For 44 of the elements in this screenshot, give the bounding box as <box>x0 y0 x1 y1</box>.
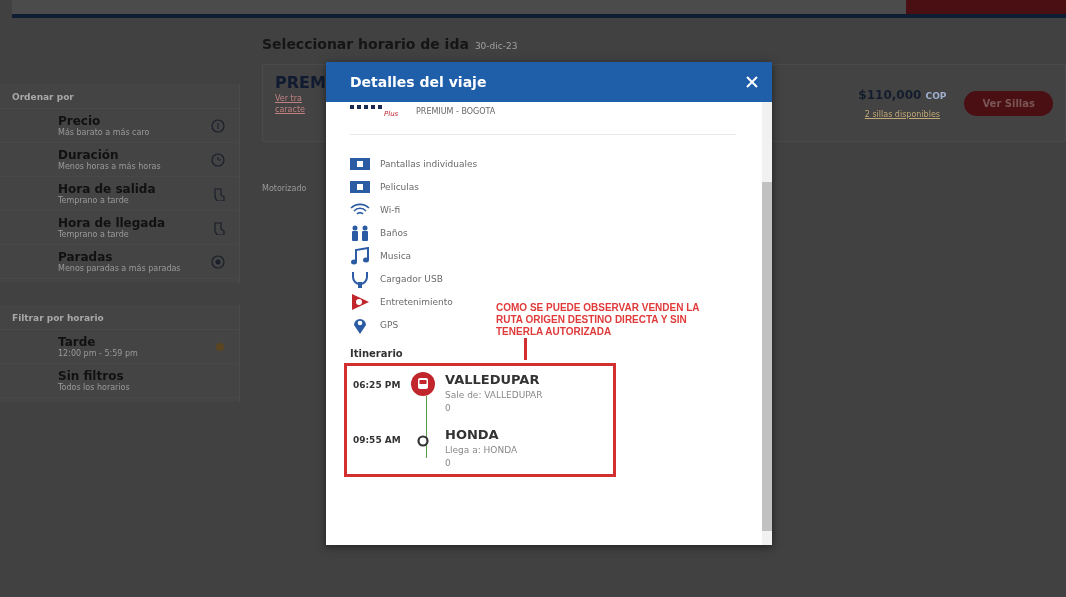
stop-extra: 0 <box>445 458 452 468</box>
amenity-label: Wi-fi <box>380 205 401 215</box>
amenity-label: Entretenimiento <box>380 297 453 307</box>
close-button[interactable] <box>746 76 758 88</box>
sun-icon <box>215 341 225 352</box>
stop-detail: Sale de: VALLEDUPAR <box>445 390 543 400</box>
clock-icon <box>211 152 225 167</box>
plug-icon <box>350 270 370 288</box>
screen-icon <box>350 181 370 193</box>
wifi-icon <box>350 203 370 217</box>
stop-icon <box>211 254 225 269</box>
company-name: PREMIUM - BOGOTA <box>416 106 496 116</box>
stop-city: VALLEDUPAR <box>445 372 541 387</box>
amenity-label: Baños <box>380 228 408 238</box>
dialog-title: Detalles del viaje <box>350 74 487 90</box>
stop-city: HONDA <box>445 427 500 442</box>
play-icon <box>350 293 370 311</box>
annotation-text: COMO SE PUEDE OBSERVAR VENDEN LA RUTA ORIGEN DESTINO DIRECTA Y SIN TENERLA AUTORIZADA <box>496 302 701 338</box>
section-title: Filtrar por horario <box>0 307 239 330</box>
trip-date: 30-dic-23 <box>474 41 518 51</box>
itinerary-title: Itinerario <box>350 348 404 359</box>
side-note: Motorizado <box>262 184 307 193</box>
stop-time: 09:55 AM <box>353 434 401 447</box>
coin-icon <box>211 118 225 133</box>
stop-extra: 0 <box>445 403 452 413</box>
scrollbar[interactable] <box>762 102 772 545</box>
scrollbar-thumb[interactable] <box>762 182 772 531</box>
stop-detail: Llega a: HONDA <box>445 445 518 455</box>
amenity-label: Musica <box>380 251 412 261</box>
amenity-label: Peliculas <box>380 182 419 192</box>
screen-icon <box>350 158 370 170</box>
bus-icon <box>411 372 435 396</box>
leader-line <box>524 338 527 360</box>
music-note-icon <box>350 247 370 265</box>
view-seats-button[interactable]: Ver Sillas <box>964 90 1053 116</box>
close-icon <box>746 76 758 88</box>
amenity-label: Pantallas individuales <box>380 159 478 169</box>
people-icon <box>350 225 370 241</box>
amenity-label: Cargador USB <box>380 274 443 284</box>
destination-dot-icon <box>417 435 429 447</box>
section-title: Ordenar por <box>0 86 239 109</box>
stop-time: 06:25 PM <box>353 379 401 392</box>
amenity-label: GPS <box>380 320 399 330</box>
seats-link[interactable]: 2 sillas disponibles <box>864 109 940 119</box>
